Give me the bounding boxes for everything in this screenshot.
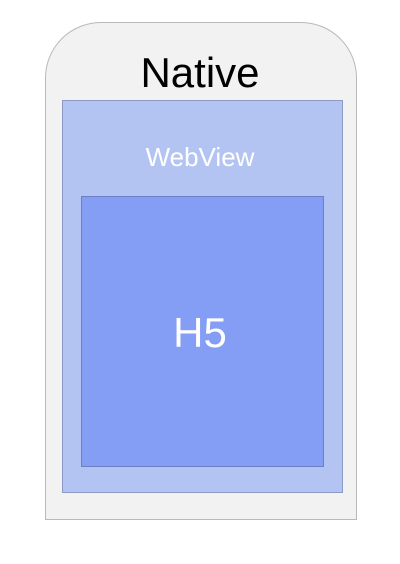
webview-label: WebView xyxy=(145,142,255,172)
native-label: Native xyxy=(140,49,260,96)
h5-label: H5 xyxy=(173,309,227,356)
